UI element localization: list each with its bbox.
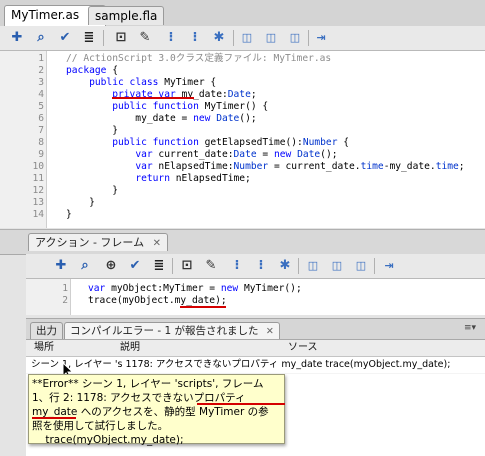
line-number: 9 xyxy=(38,149,44,160)
line-number: 2 xyxy=(62,295,68,306)
apply-block-comment-icon[interactable]: ◫ xyxy=(238,29,256,47)
apply-block-comment-icon[interactable]: ◫ xyxy=(304,257,322,275)
check-syntax-icon[interactable]: ✔ xyxy=(56,29,74,47)
tab-sample-fla[interactable]: sample.fla xyxy=(88,6,165,25)
collapse-between-braces-icon[interactable]: ⁝ xyxy=(228,257,246,275)
tab-label: MyTimer.as xyxy=(11,8,80,22)
code-editor[interactable]: 1 // ActionScript 3.0クラス定義ファイル: MyTimer.a… xyxy=(0,51,485,228)
code-line: public function getElapsedTime():Number … xyxy=(112,137,350,148)
tab-compiler-errors[interactable]: コンパイルエラー - 1 が報告されました ✕ xyxy=(64,322,280,339)
code-line: } xyxy=(66,185,118,196)
tab-output[interactable]: 出力 xyxy=(30,322,63,339)
error-underline xyxy=(32,417,76,419)
error-row[interactable]: シーン 1, レイヤー 's 1178: アクセスできないプロパティ my_da… xyxy=(26,357,485,373)
collapse-between-braces-icon[interactable]: ⁝ xyxy=(162,29,180,47)
apply-line-comment-icon[interactable]: ◫ xyxy=(262,29,280,47)
code-line: my_date = new Date(); xyxy=(66,113,257,124)
document-tab-bar: MyTimer.as ✕ sample.fla xyxy=(0,0,485,27)
line-number: 8 xyxy=(38,137,44,148)
actions-toolbar: ✚ ⌕ ⊕ ✔ ≣ ⊡ ✎ ⁝ ⁝ ✱ ◫ ◫ ◫ ⇥ xyxy=(26,254,485,279)
line-number: 6 xyxy=(38,113,44,124)
code-line: } xyxy=(66,125,118,136)
line-number: 1 xyxy=(38,53,44,64)
panel-title: アクション - フレーム xyxy=(35,236,145,249)
tab-label: sample.fla xyxy=(95,9,158,23)
code-line: var current_date:Date = new Date(); xyxy=(135,149,338,160)
target-path-icon[interactable]: ⊕ xyxy=(102,257,120,275)
remove-comment-icon[interactable]: ◫ xyxy=(352,257,370,275)
find-icon[interactable]: ⌕ xyxy=(76,257,94,275)
code-line: } xyxy=(66,209,72,220)
tooltip-line: **Error** シーン 1, レイヤー 'scripts', フレーム xyxy=(32,378,264,390)
apply-line-comment-icon[interactable]: ◫ xyxy=(328,257,346,275)
tab-label: 出力 xyxy=(36,325,57,337)
line-number: 13 xyxy=(32,197,44,208)
column-description[interactable]: 説明 xyxy=(120,340,140,356)
code-line: var myObject:MyTimer = new MyTimer(); xyxy=(88,283,302,294)
error-underline xyxy=(112,97,194,99)
line-number: 11 xyxy=(32,173,44,184)
error-tooltip: **Error** シーン 1, レイヤー 'scripts', フレーム 1、… xyxy=(28,374,285,446)
error-row-text: シーン 1, レイヤー 's 1178: アクセスできないプロパティ my_da… xyxy=(31,359,451,370)
panel-menu-icon[interactable]: ≡▾ xyxy=(464,323,480,335)
close-tab-icon[interactable]: ✕ xyxy=(266,326,274,337)
code-line: var nElapsedTime:Number = current_date.t… xyxy=(135,161,465,172)
code-line: return nElapsedTime; xyxy=(135,173,251,184)
line-number: 3 xyxy=(38,77,44,88)
column-location[interactable]: 場所 xyxy=(34,340,54,356)
find-icon[interactable]: ⌕ xyxy=(32,29,50,47)
code-hint-icon[interactable]: ⊡ xyxy=(112,29,130,47)
tooltip-line: 照を使用して試行しました。 xyxy=(32,420,169,432)
remove-comment-icon[interactable]: ◫ xyxy=(286,29,304,47)
tab-actions-frame[interactable]: アクション - フレーム ✕ xyxy=(28,233,168,251)
debug-options-icon[interactable]: ✎ xyxy=(202,257,220,275)
code-line: } xyxy=(66,197,95,208)
code-line: package { xyxy=(66,65,118,76)
line-number: 10 xyxy=(32,161,44,172)
error-underline xyxy=(180,306,226,308)
tooltip-line: trace(myObject.my_date); xyxy=(32,434,184,446)
actions-code-editor[interactable]: 1 var myObject:MyTimer = new MyTimer(); 2 t… xyxy=(26,279,485,315)
debug-options-icon[interactable]: ✎ xyxy=(136,29,154,47)
code-line: private var my_date:Date; xyxy=(112,89,257,100)
show-hide-toolbox-icon[interactable]: ⇥ xyxy=(312,29,330,47)
line-number: 4 xyxy=(38,89,44,100)
line-number: 1 xyxy=(62,283,68,294)
line-number: 14 xyxy=(32,209,44,220)
code-line: public function MyTimer() { xyxy=(112,101,269,112)
script-toolbar: ✚ ⌕ ✔ ≣ ⊡ ✎ ⁝ ⁝ ✱ ◫ ◫ ◫ ⇥ xyxy=(0,26,485,51)
add-item-icon[interactable]: ✚ xyxy=(8,29,26,47)
expand-all-icon[interactable]: ✱ xyxy=(210,29,228,47)
error-underline xyxy=(197,403,285,405)
error-list-header: 場所 説明 ソース xyxy=(26,340,485,357)
collapse-selection-icon[interactable]: ⁝ xyxy=(186,29,204,47)
close-panel-icon[interactable]: ✕ xyxy=(153,238,161,249)
check-syntax-icon[interactable]: ✔ xyxy=(126,257,144,275)
code-line: // ActionScript 3.0クラス定義ファイル: MyTimer.as xyxy=(66,53,332,64)
output-tab-bar: 出力 コンパイルエラー - 1 が報告されました ✕ ≡▾ xyxy=(26,319,485,340)
auto-format-icon[interactable]: ≣ xyxy=(80,29,98,47)
column-source[interactable]: ソース xyxy=(288,340,318,356)
actions-panel-header: アクション - フレーム ✕ xyxy=(0,229,485,255)
line-number: 12 xyxy=(32,185,44,196)
code-line: public class MyTimer { xyxy=(89,77,217,88)
expand-all-icon[interactable]: ✱ xyxy=(276,257,294,275)
auto-format-icon[interactable]: ≣ xyxy=(150,257,168,275)
code-hint-icon[interactable]: ⊡ xyxy=(178,257,196,275)
tab-label: コンパイルエラー - 1 が報告されました xyxy=(70,325,259,337)
collapse-selection-icon[interactable]: ⁝ xyxy=(252,257,270,275)
add-item-icon[interactable]: ✚ xyxy=(52,257,70,275)
line-number: 2 xyxy=(38,65,44,76)
line-number: 5 xyxy=(38,101,44,112)
line-number: 7 xyxy=(38,125,44,136)
show-hide-toolbox-icon[interactable]: ⇥ xyxy=(380,257,398,275)
